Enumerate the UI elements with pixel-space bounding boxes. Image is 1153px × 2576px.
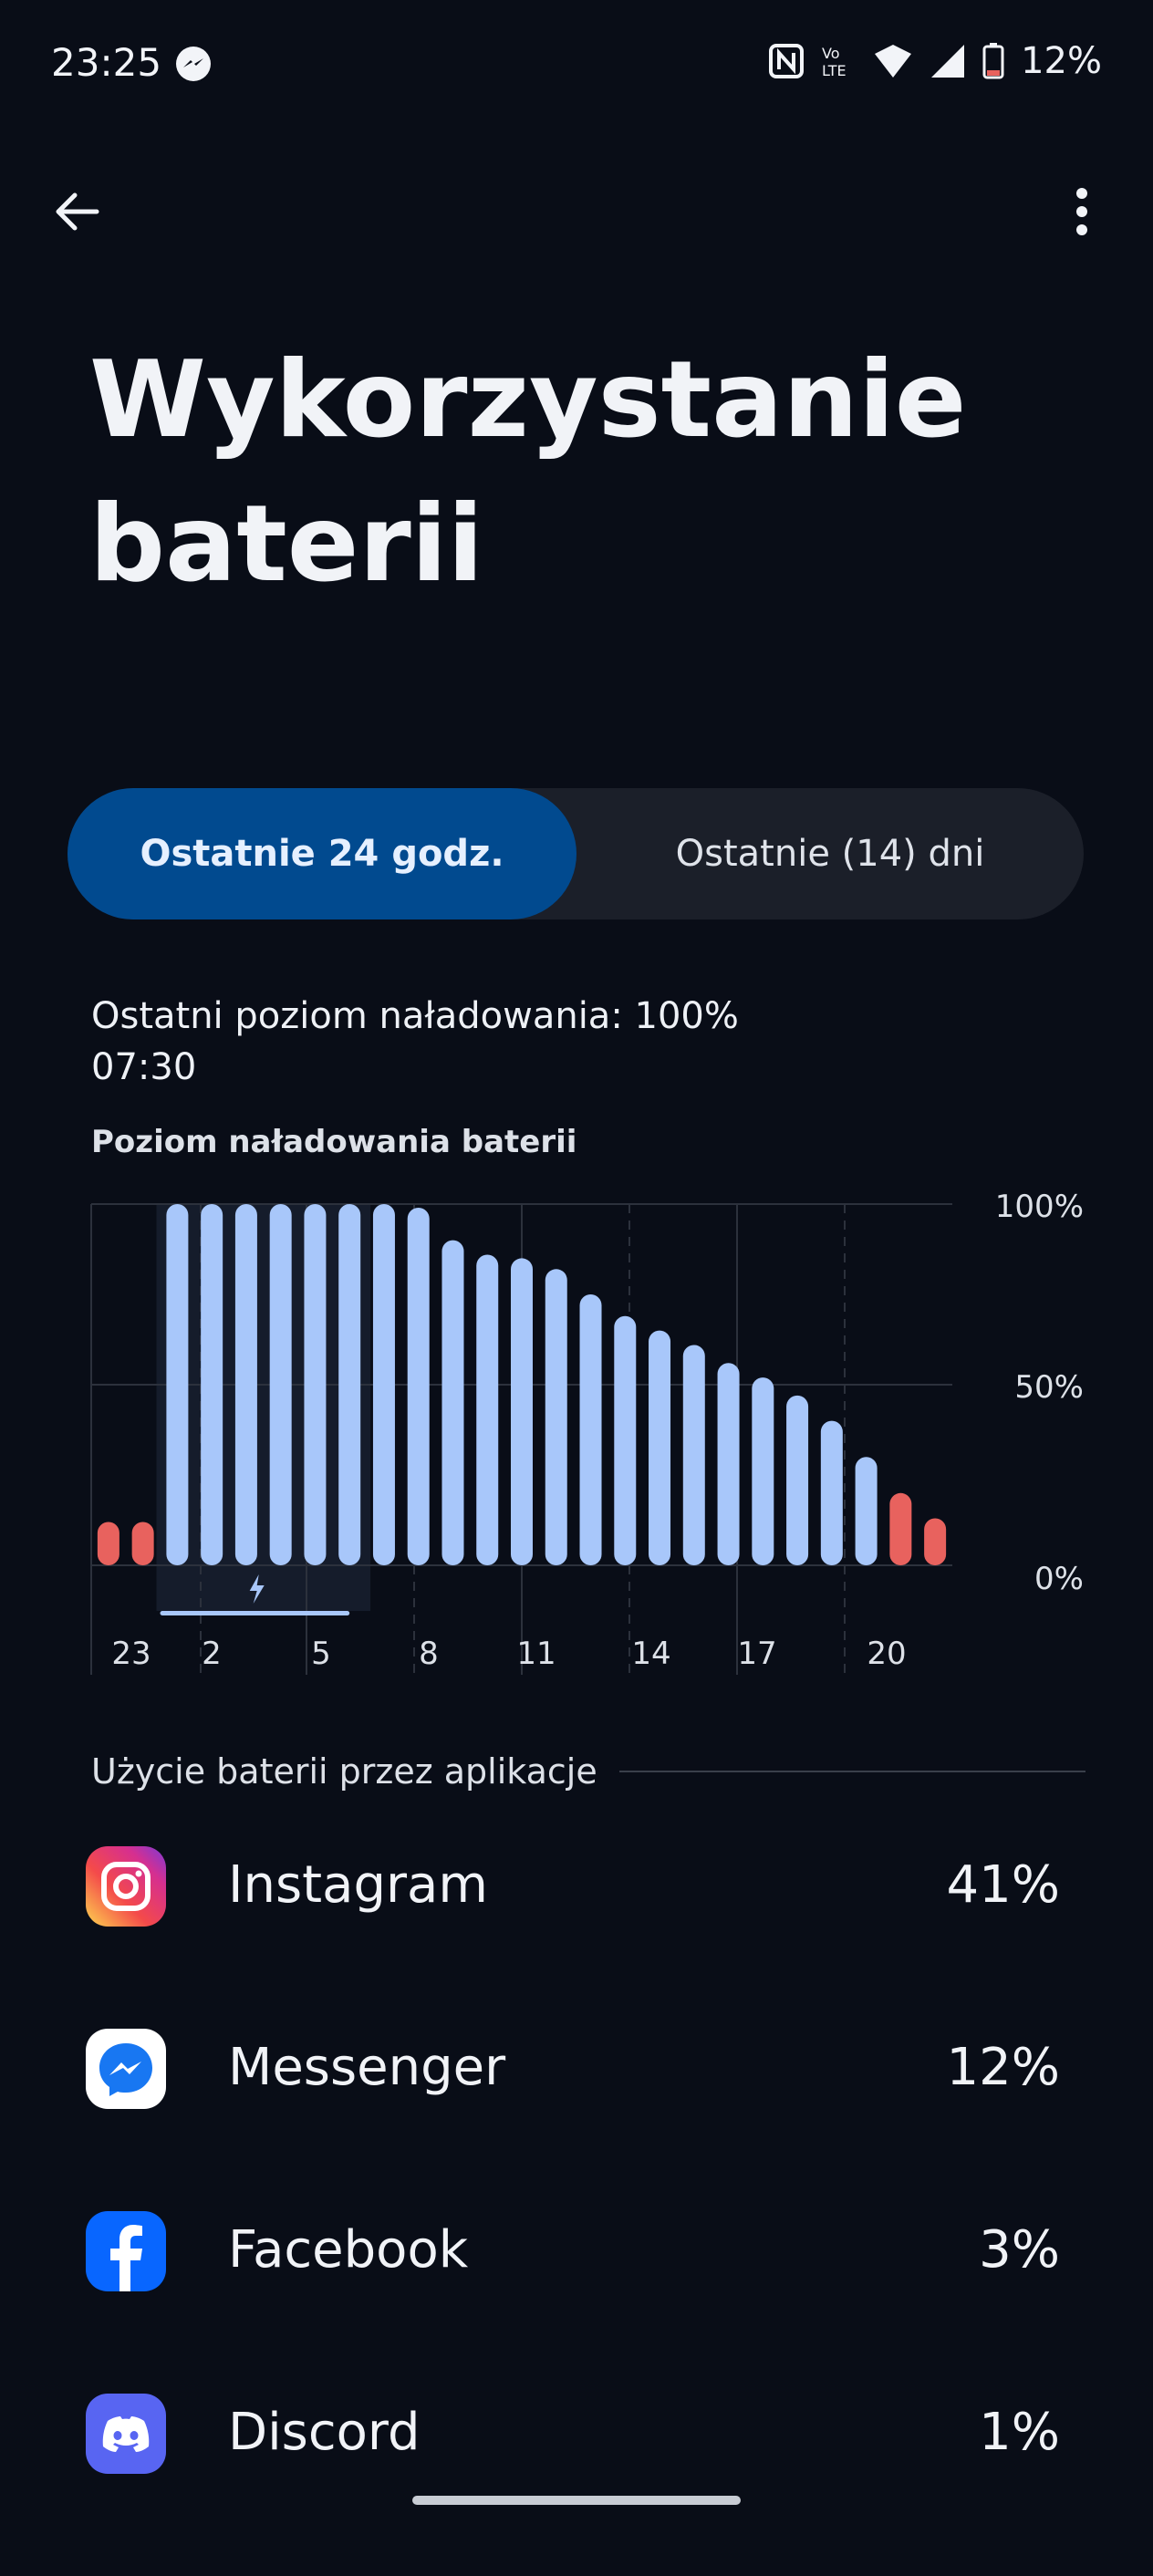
app-row-facebook[interactable]: Facebook 3% (0, 2211, 1153, 2394)
x-tick-label: 11 (516, 1636, 556, 1672)
chart-bar (786, 1395, 809, 1565)
chart-bar (855, 1457, 878, 1565)
chart-bar (338, 1204, 361, 1565)
tab-last-24h[interactable]: Ostatnie 24 godz. (68, 788, 576, 919)
chart-bar (717, 1363, 740, 1565)
page-title-line2: baterii (89, 483, 484, 606)
app-name: Facebook (228, 2220, 469, 2280)
x-tick-label: 8 (419, 1636, 439, 1672)
page-title: Wykorzystanie baterii (89, 328, 1093, 617)
app-name: Discord (228, 2403, 421, 2462)
app-percent: 41% (946, 1855, 1060, 1915)
chart-bar (407, 1207, 430, 1565)
messenger-app-icon (86, 2029, 166, 2109)
chart-bar (682, 1345, 705, 1565)
app-percent: 1% (979, 2403, 1060, 2462)
app-percent: 3% (979, 2220, 1060, 2280)
page-title-line1: Wykorzystanie (89, 338, 967, 462)
chart-bar (649, 1330, 671, 1565)
app-row-messenger[interactable]: Messenger 12% (0, 2029, 1153, 2211)
section-divider (618, 1771, 1085, 1772)
facebook-icon (86, 2211, 166, 2291)
toolbar (0, 164, 1153, 255)
charging-line (160, 1611, 350, 1615)
nfc-icon (769, 44, 805, 78)
signal-icon (931, 45, 965, 78)
chart-bar (441, 1240, 464, 1565)
chart-bar (924, 1518, 947, 1565)
chart-bar (889, 1492, 912, 1565)
app-percent: 12% (946, 2038, 1060, 2097)
more-vert-icon[interactable] (1054, 184, 1109, 239)
chart-bar (304, 1204, 327, 1565)
app-row-discord[interactable]: Discord 1% (0, 2394, 1153, 2576)
svg-text:LTE: LTE (822, 62, 847, 79)
chart-bar (269, 1204, 292, 1565)
last-charge-time: 07:30 (91, 1046, 197, 1088)
wifi-icon (875, 45, 912, 78)
chart-bar (545, 1269, 567, 1565)
y-tick-label: 50% (1014, 1369, 1084, 1406)
apps-section-title: Użycie baterii przez aplikacje (91, 1751, 597, 1792)
x-tick-label: 5 (311, 1636, 331, 1672)
chart-bar (131, 1522, 154, 1565)
volte-icon: Vo LTE (822, 45, 847, 79)
battery-icon (982, 43, 1004, 79)
messenger-icon (176, 47, 211, 81)
battery-level-chart: 100% 50% 0% 23 2 5 8 11 14 17 20 (90, 1189, 1084, 1675)
instagram-icon (86, 1846, 166, 1927)
chart-bar (166, 1204, 189, 1565)
last-charge-label: Ostatni poziom naładowania: 100% (91, 995, 739, 1037)
chart-bar (752, 1377, 774, 1565)
chart-bar (201, 1204, 223, 1565)
home-indicator[interactable] (412, 2496, 741, 2505)
apps-section-header: Użycie baterii przez aplikacje (91, 1744, 1085, 1799)
arrow-left-icon[interactable] (49, 184, 104, 239)
status-bar: 23:25 Vo LTE 12% (0, 0, 1153, 128)
chart-bar (476, 1254, 499, 1565)
chart-bar (820, 1420, 843, 1565)
x-tick-label: 14 (631, 1636, 670, 1672)
chart-bar (372, 1204, 395, 1565)
chart-bar (234, 1204, 257, 1565)
charging-shade (156, 1204, 371, 1611)
status-time: 23:25 (51, 40, 162, 85)
x-tick-label: 17 (737, 1636, 776, 1672)
app-row-instagram[interactable]: Instagram 41% (0, 1846, 1153, 2029)
tab-last-14-days[interactable]: Ostatnie (14) dni (576, 788, 1084, 919)
y-tick-label: 0% (1034, 1561, 1084, 1597)
discord-icon (86, 2394, 166, 2474)
chart-title: Poziom naładowania baterii (91, 1124, 577, 1160)
period-tabs: Ostatnie 24 godz. Ostatnie (14) dni (68, 788, 1084, 919)
x-tick-label: 23 (111, 1636, 151, 1672)
x-tick-label: 20 (867, 1636, 906, 1672)
chart-bar (579, 1294, 602, 1565)
x-tick-label: 2 (202, 1636, 222, 1672)
y-tick-label: 100% (995, 1189, 1084, 1225)
app-name: Messenger (228, 2038, 506, 2097)
svg-text:Vo: Vo (822, 45, 840, 62)
last-charge-info: Ostatni poziom naładowania: 100% 07:30 (91, 991, 739, 1093)
chart-bar (97, 1522, 119, 1565)
chart-bar (614, 1315, 637, 1565)
battery-percent: 12% (1021, 40, 1102, 82)
app-name: Instagram (228, 1855, 488, 1915)
chart-bar (511, 1258, 533, 1565)
